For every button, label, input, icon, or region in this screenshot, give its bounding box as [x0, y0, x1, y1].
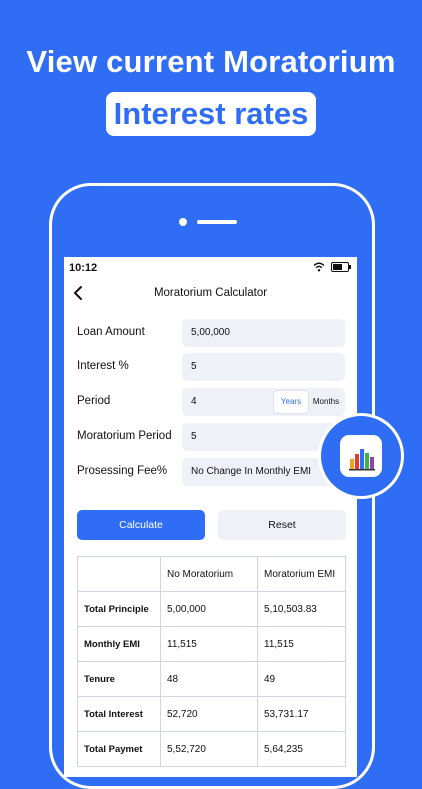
page-title: Moratorium Calculator: [153, 287, 268, 299]
period-unit-months[interactable]: Months: [309, 390, 343, 414]
period-unit-toggle: Years Months: [273, 390, 343, 414]
speaker-bar: [197, 220, 237, 224]
table-row: Total Principle 5,00,000 5,10,503.83: [77, 591, 346, 627]
app-icon-badge: [318, 413, 404, 499]
period-field[interactable]: 4 Years Months: [182, 388, 345, 416]
period-value: 4: [191, 396, 197, 407]
camera-dot: [179, 218, 187, 226]
loan-amount-field[interactable]: 5,00,000: [182, 319, 345, 347]
status-time: 10:12: [69, 262, 98, 274]
table-header-row: No Moratorium Moratorium EMI: [77, 556, 346, 592]
reset-button[interactable]: Reset: [218, 510, 346, 540]
table-header-cell: [77, 556, 161, 592]
table-cell: 52,720: [160, 696, 258, 732]
phone-frame: 10:12 Moratorium Calculator Loan Amount …: [49, 183, 375, 789]
table-cell: 5,00,000: [160, 591, 258, 627]
table-row-label: Monthly EMI: [77, 626, 161, 662]
calculate-button[interactable]: Calculate: [77, 510, 205, 540]
processing-fee-value: No Change In Monthly EMI: [191, 466, 312, 477]
period-label: Period: [77, 395, 111, 407]
table-row: Tenure 48 49: [77, 661, 346, 697]
moratorium-period-row: Moratorium Period 5: [77, 423, 345, 451]
loan-amount-row: Loan Amount 5,00,000: [77, 319, 345, 347]
interest-label: Interest %: [77, 360, 129, 372]
highlight-pill: Interest rates: [106, 92, 316, 136]
interest-row: Interest % 5: [77, 353, 345, 381]
table-row: Total Interest 52,720 53,731.17: [77, 696, 346, 732]
bar-chart-icon: [349, 449, 375, 471]
table-row: Total Paymet 5,52,720 5,64,235: [77, 731, 346, 767]
processing-fee-row: Prosessing Fee% No Change In Monthly EMI: [77, 458, 345, 486]
table-row: Monthly EMI 11,515 11,515: [77, 626, 346, 662]
table-cell: 11,515: [160, 626, 258, 662]
loan-amount-label: Loan Amount: [77, 326, 145, 338]
nav-bar: Moratorium Calculator: [64, 283, 357, 307]
status-bar: 10:12: [69, 261, 351, 277]
interest-value: 5: [191, 361, 197, 372]
table-header-cell: No Moratorium: [160, 556, 258, 592]
processing-fee-label: Prosessing Fee%: [77, 465, 168, 477]
table-cell: 11,515: [257, 626, 346, 662]
table-cell: 5,52,720: [160, 731, 258, 767]
results-table: No Moratorium Moratorium EMI Total Princ…: [77, 556, 346, 767]
app-icon-tile: [340, 435, 382, 477]
table-row-label: Total Principle: [77, 591, 161, 627]
table-row-label: Total Interest: [77, 696, 161, 732]
table-row-label: Tenure: [77, 661, 161, 697]
moratorium-period-value: 5: [191, 431, 197, 442]
table-row-label: Total Paymet: [77, 731, 161, 767]
table-cell: 49: [257, 661, 346, 697]
table-cell: 48: [160, 661, 258, 697]
interest-field[interactable]: 5: [182, 353, 345, 381]
headline: View current Moratorium: [26, 44, 396, 79]
moratorium-period-label: Moratorium Period: [77, 430, 172, 442]
wifi-icon: [313, 262, 325, 272]
table-cell: 53,731.17: [257, 696, 346, 732]
table-cell: 5,10,503.83: [257, 591, 346, 627]
period-unit-years[interactable]: Years: [273, 390, 309, 414]
period-row: Period 4 Years Months: [77, 388, 345, 416]
loan-amount-value: 5,00,000: [191, 327, 230, 338]
table-cell: 5,64,235: [257, 731, 346, 767]
app-screen: 10:12 Moratorium Calculator Loan Amount …: [64, 257, 357, 777]
table-header-cell: Moratorium EMI: [257, 556, 346, 592]
battery-icon: [331, 262, 351, 272]
